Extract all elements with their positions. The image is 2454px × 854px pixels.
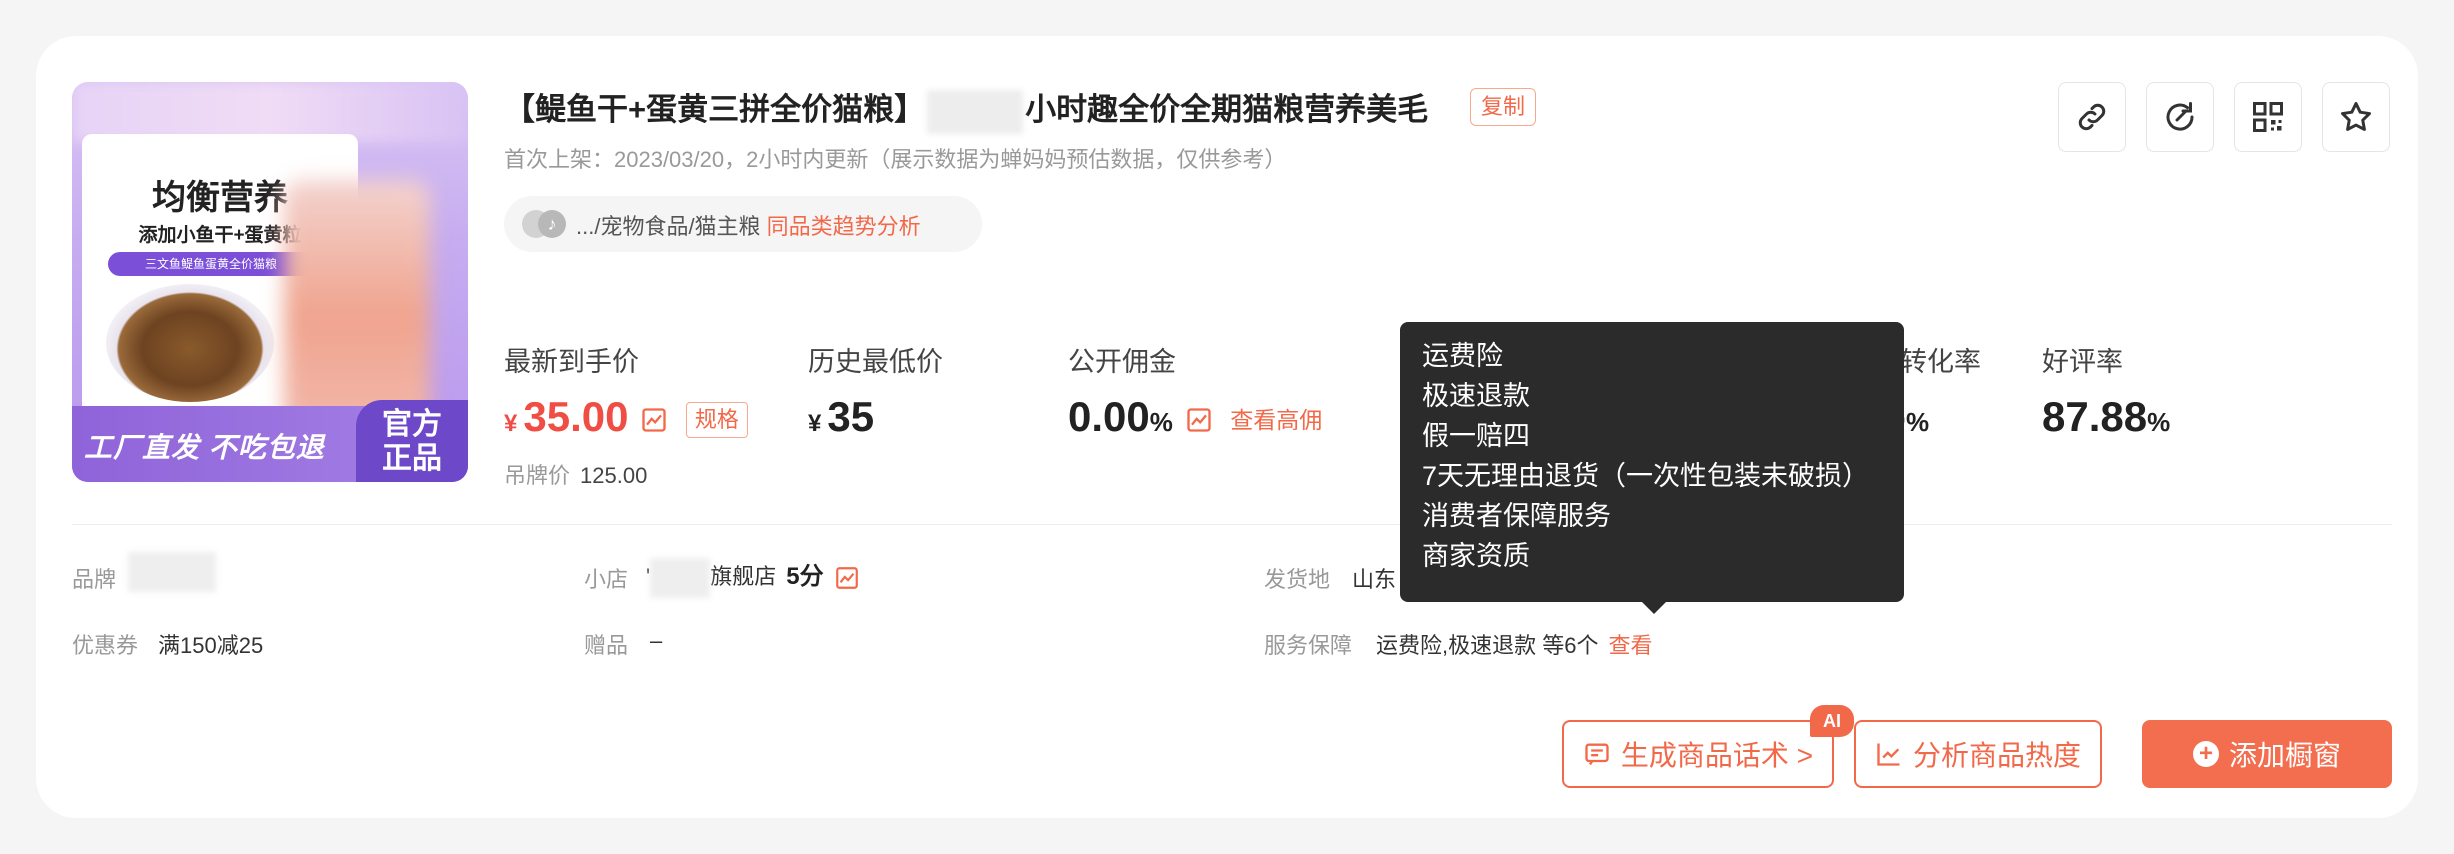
product-meta: 首次上架：2023/03/20，2小时内更新（展示数据为蝉妈妈预估数据，仅供参考… (504, 147, 1287, 172)
product-title-part1: 【鳀鱼干+蛋黄三拼全价猫粮】 (504, 92, 926, 127)
product-image[interactable]: 均衡营养 添加小鱼干+蛋黄粒 三文鱼鳀鱼蛋黄全价猫粮 工厂直发 不吃包退 官方 … (72, 82, 468, 482)
conversion-unit: % (1906, 407, 1930, 437)
category-path: .../宠物食品/猫主粮 同品类趋势分析 (576, 209, 921, 241)
star-icon (2341, 102, 2371, 131)
price-trend-icon[interactable] (640, 406, 668, 434)
original-price-value: 125.00 (580, 463, 648, 488)
latest-price: ¥35.00 规格 (504, 392, 748, 449)
analyze-heat-label: 分析商品热度 (1912, 740, 2081, 771)
spec-button[interactable]: 规格 (685, 401, 748, 438)
product-title-part2: 小时趣全价全期猫粮营养美毛 (1025, 92, 1429, 127)
origin-label: 发货地 (1264, 567, 1331, 592)
tooltip-item: 7天无理由退货（一次性包装未破损） (1422, 461, 1870, 491)
tooltip-arrow (1640, 600, 1668, 614)
commission-label: 公开佣金 (1068, 347, 1176, 377)
service-tooltip: 运费险 极速退款 假一赔四 7天无理由退货（一次性包装未破损） 消费者保障服务 … (1400, 322, 1904, 602)
rating-unit: % (2147, 407, 2171, 437)
message-icon (1585, 743, 1609, 766)
currency-symbol: ¥ (504, 410, 518, 437)
image-top-blur (72, 82, 468, 142)
view-high-commission-link[interactable]: 查看高佣 (1230, 407, 1322, 433)
link-button[interactable] (2058, 82, 2126, 152)
generate-copy-button[interactable]: 生成商品话术 > (1562, 720, 1834, 788)
official-badge: 官方 正品 (356, 400, 468, 482)
refresh-button[interactable] (2146, 82, 2214, 152)
rating: 87.88% (2042, 392, 2170, 447)
generate-copy-label: 生成商品话术 > (1620, 740, 1814, 771)
ai-badge: AI (1810, 705, 1854, 737)
plus-icon: + (2192, 741, 2219, 767)
gift-value: – (650, 628, 663, 653)
analyze-heat-button[interactable]: 分析商品热度 (1854, 720, 2102, 788)
add-showcase-button[interactable]: + 添加橱窗 (2142, 720, 2392, 788)
shop-name-suffix: 旗舰店 (710, 564, 777, 589)
gift-label: 赠品 (584, 633, 629, 658)
tooltip-item: 假一赔四 (1422, 421, 1530, 451)
refresh-icon (2166, 102, 2194, 131)
category-path-text: .../宠物食品/猫主粮 (576, 214, 761, 239)
original-price-label: 吊牌价 (504, 463, 571, 488)
commission: 0.00% 查看高佣 (1068, 392, 1322, 447)
coupon-value: 满150减25 (158, 633, 264, 658)
service-view-link[interactable]: 查看 (1608, 633, 1652, 658)
service-label: 服务保障 (1264, 633, 1353, 658)
food-bowl-image (106, 284, 274, 402)
latest-price-label: 最新到手价 (504, 347, 639, 377)
brand-label: 品牌 (72, 567, 117, 592)
shop-trend-icon[interactable] (834, 565, 860, 591)
tooltip-item: 商家资质 (1422, 541, 1530, 571)
official-badge-line2: 正品 (382, 442, 442, 475)
rating-value: 87.88 (2042, 393, 2148, 440)
tooltip-item: 极速退款 (1422, 381, 1530, 411)
blurred-brand (927, 89, 1024, 134)
currency-symbol: ¥ (808, 410, 822, 437)
category-trend-link[interactable]: 同品类趋势分析 (767, 214, 921, 239)
latest-price-value: 35.00 (523, 393, 629, 440)
link-icon (2078, 103, 2106, 131)
image-bottom-text: 工厂直发 不吃包退 (84, 432, 325, 463)
blurred-shop-name (650, 558, 711, 599)
tooltip-item: 运费险 (1422, 341, 1503, 371)
coupon-label: 优惠券 (72, 633, 139, 658)
section-divider (72, 524, 2392, 525)
brand-value (128, 552, 216, 592)
qrcode-button[interactable] (2234, 82, 2302, 152)
shop-value[interactable]: ' 旗舰店 5分 (646, 556, 860, 599)
rating-label: 好评率 (2042, 347, 2123, 377)
commission-unit: % (1149, 407, 1173, 437)
shop-score: 5分 (786, 563, 824, 590)
blurred-brand-value (128, 552, 216, 592)
add-showcase-label: 添加橱窗 (2228, 740, 2341, 771)
service-text: 运费险,极速退款 等6个 (1376, 633, 1599, 658)
origin-value: 山东 (1352, 567, 1397, 592)
favorite-button[interactable] (2322, 82, 2390, 152)
lowest-price-label: 历史最低价 (808, 347, 943, 377)
lowest-price-value: 35 (827, 393, 875, 440)
qrcode-icon (2253, 102, 2283, 132)
commission-trend-icon[interactable] (1185, 406, 1213, 434)
lowest-price: ¥35 (808, 392, 874, 449)
product-title[interactable]: 【鳀鱼干+蛋黄三拼全价猫粮】 小时趣全价全期猫粮营养美毛 (504, 84, 1428, 134)
original-price: 吊牌价 125.00 (504, 458, 647, 490)
chart-icon (1877, 743, 1900, 766)
copy-button[interactable]: 复制 (1470, 88, 1537, 126)
service-value: 运费险,极速退款 等6个 查看 (1376, 628, 1652, 660)
conversion-label: 转化率 (1900, 347, 1981, 377)
shop-label: 小店 (584, 567, 629, 592)
category-breadcrumb: ♪ .../宠物食品/猫主粮 同品类趋势分析 (504, 196, 982, 252)
douyin-icon: ♪ (522, 210, 568, 238)
official-badge-line1: 官方 (382, 408, 442, 441)
commission-value: 0.00 (1068, 393, 1150, 440)
tooltip-item: 消费者保障服务 (1422, 501, 1611, 531)
